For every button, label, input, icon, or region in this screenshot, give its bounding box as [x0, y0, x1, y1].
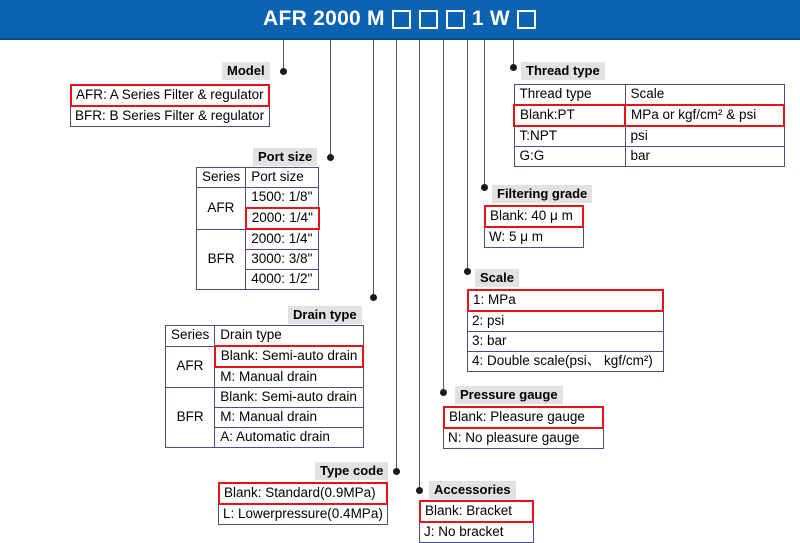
- port-size-value-bfr-4000[interactable]: 4000: 1/2": [245, 269, 320, 290]
- pressure-gauge-option-list: Blank: Pleasure gauge N: No pleasure gau…: [443, 406, 604, 449]
- thread-type-value-t-npt[interactable]: T:NPT: [513, 125, 626, 147]
- filtering-grade-option-w[interactable]: W: 5 μ m: [484, 227, 584, 248]
- code-segment-port-size: 2000: [313, 7, 362, 30]
- leader-line-type-code: [396, 40, 397, 472]
- code-segment-filtering-grade: W: [489, 7, 510, 30]
- leader-dot-filtering-grade: [481, 184, 488, 191]
- table-row: Thread type Scale: [513, 84, 785, 106]
- table-row: AFR Blank: Semi-auto drain: [164, 345, 365, 388]
- pressure-gauge-option-blank[interactable]: Blank: Pleasure gauge: [443, 406, 604, 429]
- caption-model: Model: [222, 62, 270, 80]
- leader-dot-scale: [464, 268, 471, 275]
- type-code-option-standard[interactable]: Blank: Standard(0.9MPa): [218, 482, 388, 505]
- model-option-afr[interactable]: AFR: A Series Filter & regulator: [70, 84, 270, 107]
- model-option-bfr[interactable]: BFR: B Series Filter & regulator: [70, 106, 270, 127]
- type-code-option-lower-pressure[interactable]: L: Lowerpressure(0.4MPa): [218, 504, 388, 525]
- caption-type-code: Type code: [315, 462, 389, 480]
- scale-option-psi[interactable]: 2: psi: [467, 311, 664, 332]
- leader-line-model: [283, 40, 284, 71]
- port-size-value-bfr-3000[interactable]: 3000: 3/8": [245, 249, 320, 270]
- thread-type-header-scale: Scale: [624, 84, 785, 106]
- leader-line-scale: [467, 40, 468, 272]
- code-segment-drain-type: M: [367, 7, 385, 30]
- port-size-series-bfr: BFR: [195, 228, 247, 290]
- drain-type-series-bfr: BFR: [164, 387, 216, 448]
- leader-dot-drain-type: [370, 294, 377, 301]
- pressure-gauge-option-n[interactable]: N: No pleasure gauge: [443, 428, 604, 449]
- scale-option-bar[interactable]: 3: bar: [467, 331, 664, 352]
- thread-type-value-blank-pt[interactable]: Blank:PT: [513, 104, 626, 127]
- table-row: BFR 2000: 1/4": [195, 228, 320, 290]
- type-code-option-list: Blank: Standard(0.9MPa) L: Lowerpressure…: [218, 482, 388, 525]
- leader-dot-pressure-gauge: [440, 389, 447, 396]
- leader-line-accessories: [419, 40, 420, 491]
- caption-thread-type: Thread type: [521, 62, 605, 80]
- port-size-value-afr-1500[interactable]: 1500: 1/8": [245, 187, 320, 209]
- table-row: G:G bar: [513, 146, 785, 167]
- thread-type-value-g-g[interactable]: G:G: [513, 146, 626, 167]
- drain-type-header-value: Drain type: [214, 325, 364, 347]
- drain-type-value-afr-manual[interactable]: M: Manual drain: [214, 366, 364, 388]
- code-segment-scale: 1: [471, 7, 484, 30]
- leader-dot-thread-type: [510, 64, 517, 71]
- table-row: Series Drain type: [164, 325, 364, 347]
- model-option-list: AFR: A Series Filter & regulator BFR: B …: [70, 84, 270, 127]
- port-size-header-value: Port size: [245, 167, 320, 188]
- table-row: T:NPT psi: [513, 125, 785, 147]
- leader-dot-port-size: [327, 154, 334, 161]
- port-size-series-afr: AFR: [195, 187, 247, 230]
- leader-dot-type-code: [393, 468, 400, 475]
- caption-port-size: Port size: [253, 148, 318, 166]
- code-box-type-code: [391, 9, 411, 29]
- accessories-option-bracket[interactable]: Blank: Bracket: [419, 500, 534, 523]
- product-code-string: AFR 2000 M 1 W: [260, 7, 540, 31]
- port-size-value-afr-2000[interactable]: 2000: 1/4": [244, 207, 320, 230]
- code-segment-model: AFR: [263, 7, 308, 30]
- table-row: AFR 1500: 1/8": [195, 187, 320, 230]
- table-row: Series Port size: [195, 167, 320, 188]
- filtering-grade-option-list: Blank: 40 μ m W: 5 μ m: [484, 205, 584, 248]
- thread-type-scale-g-g[interactable]: bar: [624, 146, 785, 167]
- caption-drain-type: Drain type: [288, 306, 362, 324]
- leader-line-pressure-gauge: [443, 40, 444, 393]
- product-code-diagram: AFR 2000 M 1 W Model AFR: A Series Filte…: [0, 0, 800, 543]
- caption-accessories: Accessories: [429, 481, 516, 499]
- thread-type-scale-blank-pt[interactable]: MPa or kgf/cm² & psi: [624, 104, 785, 127]
- leader-dot-model: [280, 68, 287, 75]
- drain-type-table: Series Drain type AFR Blank: Semi-auto d…: [164, 325, 365, 448]
- scale-option-mpa[interactable]: 1: MPa: [467, 289, 664, 312]
- port-size-header-series: Series: [195, 167, 247, 188]
- leader-dot-accessories: [416, 487, 423, 494]
- leader-line-drain-type: [373, 40, 374, 298]
- port-size-value-bfr-2000[interactable]: 2000: 1/4": [245, 228, 320, 250]
- scale-option-list: 1: MPa 2: psi 3: bar 4: Double scale(psi…: [467, 289, 664, 372]
- drain-type-value-afr-blank[interactable]: Blank: Semi-auto drain: [213, 345, 365, 368]
- code-box-pressure-gauge: [445, 9, 465, 29]
- thread-type-table: Thread type Scale Blank:PT MPa or kgf/cm…: [513, 84, 785, 167]
- scale-option-double-scale[interactable]: 4: Double scale(psi、 kgf/cm²): [467, 351, 664, 372]
- thread-type-scale-t-npt[interactable]: psi: [624, 125, 785, 147]
- drain-type-value-bfr-manual[interactable]: M: Manual drain: [214, 407, 364, 428]
- table-row: Blank:PT MPa or kgf/cm² & psi: [513, 104, 785, 127]
- product-code-header: AFR 2000 M 1 W: [0, 0, 800, 40]
- drain-type-value-bfr-blank[interactable]: Blank: Semi-auto drain: [214, 387, 364, 408]
- thread-type-header-thread: Thread type: [513, 84, 626, 106]
- leader-line-filtering-grade: [484, 40, 485, 188]
- code-box-accessories: [418, 9, 438, 29]
- drain-type-series-afr: AFR: [164, 345, 216, 388]
- drain-type-value-bfr-automatic[interactable]: A: Automatic drain: [214, 427, 364, 448]
- caption-filtering-grade: Filtering grade: [492, 185, 593, 203]
- caption-pressure-gauge: Pressure gauge: [455, 386, 563, 404]
- leader-line-port-size: [330, 40, 331, 158]
- port-size-table: Series Port size AFR 1500: 1/8" 2000: 1/…: [195, 167, 320, 290]
- code-box-thread-type: [516, 9, 536, 29]
- table-row: BFR Blank: Semi-auto drain: [164, 387, 364, 448]
- caption-scale: Scale: [475, 269, 519, 287]
- drain-type-header-series: Series: [164, 325, 216, 347]
- accessories-option-no-bracket[interactable]: J: No bracket: [419, 522, 534, 543]
- filtering-grade-option-blank[interactable]: Blank: 40 μ m: [484, 205, 584, 228]
